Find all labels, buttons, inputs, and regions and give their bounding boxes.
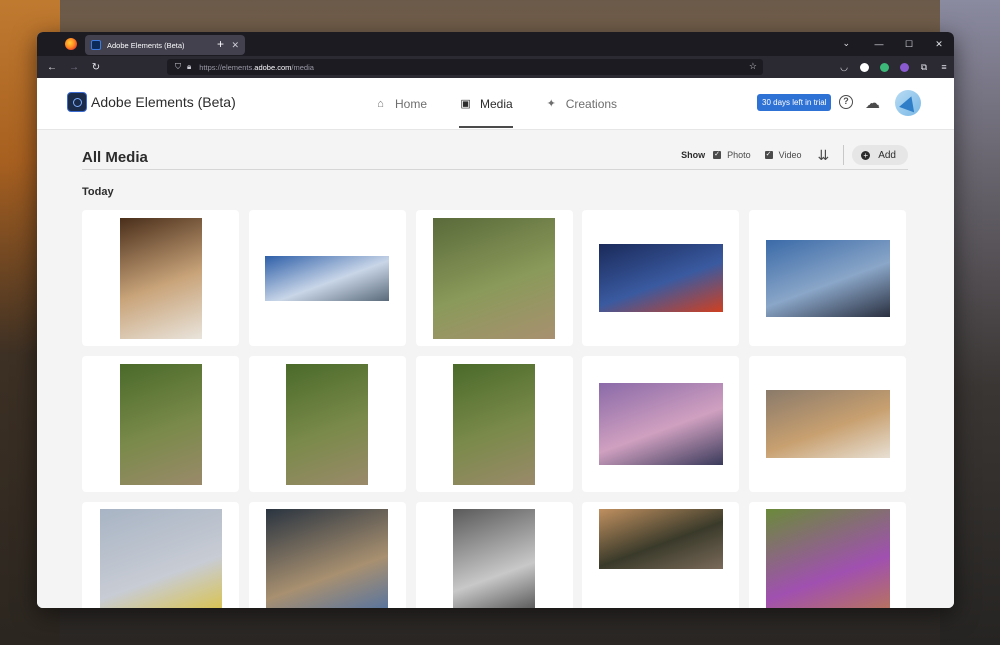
lock-icon[interactable]: 🔒︎ xyxy=(187,62,191,72)
elements-logo-icon[interactable] xyxy=(67,92,87,112)
extension-3-icon[interactable] xyxy=(894,62,914,73)
new-tab-icon[interactable]: + xyxy=(217,37,224,51)
add-button-label: Add xyxy=(878,149,896,161)
main-nav: ⌂ Home ▣ Media ✦ Creations xyxy=(374,78,649,130)
sort-icon[interactable]: ⇊ xyxy=(817,147,829,164)
media-card[interactable] xyxy=(415,210,573,346)
media-card[interactable] xyxy=(248,210,406,346)
close-window-icon[interactable]: ✕ xyxy=(924,39,954,50)
app-title: Adobe Elements (Beta) xyxy=(91,94,236,110)
extensions-area: ◡ ⧉ ≡ xyxy=(834,56,954,78)
minimize-icon[interactable]: — xyxy=(864,39,894,49)
back-icon[interactable]: ← xyxy=(41,62,63,73)
media-card[interactable] xyxy=(82,356,239,492)
photo-filter-checkbox[interactable]: Photo xyxy=(713,150,751,160)
media-card[interactable] xyxy=(248,356,406,492)
avatar[interactable] xyxy=(895,90,921,116)
media-card[interactable] xyxy=(749,356,906,492)
video-filter-label: Video xyxy=(778,150,802,160)
media-card[interactable] xyxy=(415,502,573,608)
media-card[interactable] xyxy=(415,356,573,492)
nav-home-label: Home xyxy=(395,97,428,111)
bookmark-star-icon[interactable]: ☆ xyxy=(749,61,757,72)
pocket-icon[interactable]: ◡ xyxy=(834,62,854,73)
browser-window: Adobe Elements (Beta) ✕ + ⌄ — ☐ ✕ ← → ↻ … xyxy=(37,32,954,608)
nav-home[interactable]: ⌂ Home xyxy=(374,78,427,130)
media-card[interactable] xyxy=(248,502,406,608)
reload-icon[interactable]: ↻ xyxy=(85,62,107,73)
filter-bar: Show Photo Video ⇊ + Add xyxy=(681,144,908,166)
checkbox-checked-icon xyxy=(713,150,722,159)
media-content: All Media Show Photo Video ⇊ + Add T xyxy=(37,130,954,608)
adobe-favicon-icon xyxy=(91,40,101,50)
trial-badge[interactable]: 30 days left in trial xyxy=(757,94,832,111)
tab-list-chevron-icon[interactable]: ⌄ xyxy=(842,38,850,49)
creations-icon: ✦ xyxy=(546,97,556,110)
maximize-icon[interactable]: ☐ xyxy=(894,39,924,50)
media-thumbnail xyxy=(119,363,202,485)
media-thumbnail xyxy=(286,363,369,485)
media-thumbnail xyxy=(598,244,723,312)
page-title: All Media xyxy=(82,149,148,166)
menu-icon[interactable]: ≡ xyxy=(934,62,954,72)
media-card[interactable] xyxy=(582,356,740,492)
video-filter-checkbox[interactable]: Video xyxy=(764,150,802,160)
media-card[interactable] xyxy=(582,502,740,608)
media-thumbnail xyxy=(765,509,890,608)
media-card[interactable] xyxy=(582,210,740,346)
nav-creations[interactable]: ✦ Creations xyxy=(545,78,617,130)
add-plus-icon: + xyxy=(861,150,871,160)
app-header: Adobe Elements (Beta) ⌂ Home ▣ Media ✦ C… xyxy=(37,78,954,130)
media-thumbnail xyxy=(266,509,389,608)
divider xyxy=(843,145,845,165)
media-thumbnail xyxy=(265,255,390,301)
media-thumbnail xyxy=(765,239,890,317)
media-card[interactable] xyxy=(82,502,239,608)
extension-2-icon[interactable] xyxy=(874,62,894,73)
extension-1-icon[interactable] xyxy=(854,62,874,73)
shield-icon[interactable]: ⛉ xyxy=(175,62,181,72)
media-thumbnail xyxy=(453,363,535,485)
extensions-puzzle-icon[interactable]: ⧉ xyxy=(914,62,934,73)
firefox-icon[interactable] xyxy=(65,38,77,50)
forward-icon[interactable]: → xyxy=(63,62,85,73)
media-thumbnail xyxy=(453,509,535,608)
media-card[interactable] xyxy=(749,210,906,346)
page-header: All Media Show Photo Video ⇊ + Add xyxy=(82,140,908,170)
nav-toolbar: ← → ↻ ⛉ 🔒︎ https://elements.adobe.com/me… xyxy=(37,56,954,78)
tab-title: Adobe Elements (Beta) xyxy=(107,40,185,50)
nav-media-label: Media xyxy=(480,97,513,111)
show-label: Show xyxy=(681,150,706,160)
nav-media[interactable]: ▣ Media xyxy=(459,78,513,130)
section-heading: Today xyxy=(82,186,114,198)
media-thumbnail xyxy=(598,509,723,569)
media-card[interactable] xyxy=(82,210,239,346)
media-icon: ▣ xyxy=(460,97,471,110)
media-thumbnail xyxy=(99,509,222,608)
tab-bar: Adobe Elements (Beta) ✕ + ⌄ — ☐ ✕ xyxy=(37,32,954,56)
window-controls: — ☐ ✕ xyxy=(864,32,954,56)
media-thumbnail xyxy=(433,217,555,339)
url-text[interactable]: https://elements.adobe.com/media xyxy=(199,63,314,72)
media-card[interactable] xyxy=(749,502,906,608)
tab-close-icon[interactable]: ✕ xyxy=(231,40,239,51)
checkbox-checked-icon xyxy=(764,150,773,159)
cloud-icon[interactable]: ☁︎ xyxy=(865,94,880,112)
media-thumbnail xyxy=(598,383,723,465)
media-thumbnail xyxy=(119,217,202,339)
nav-creations-label: Creations xyxy=(565,97,618,111)
media-thumbnail xyxy=(765,390,890,458)
home-icon: ⌂ xyxy=(377,97,384,110)
add-button[interactable]: + Add xyxy=(852,145,908,165)
photo-filter-label: Photo xyxy=(727,150,751,160)
url-bar[interactable]: ⛉ 🔒︎ https://elements.adobe.com/media ☆ xyxy=(167,59,763,75)
help-icon[interactable]: ? xyxy=(839,95,853,109)
